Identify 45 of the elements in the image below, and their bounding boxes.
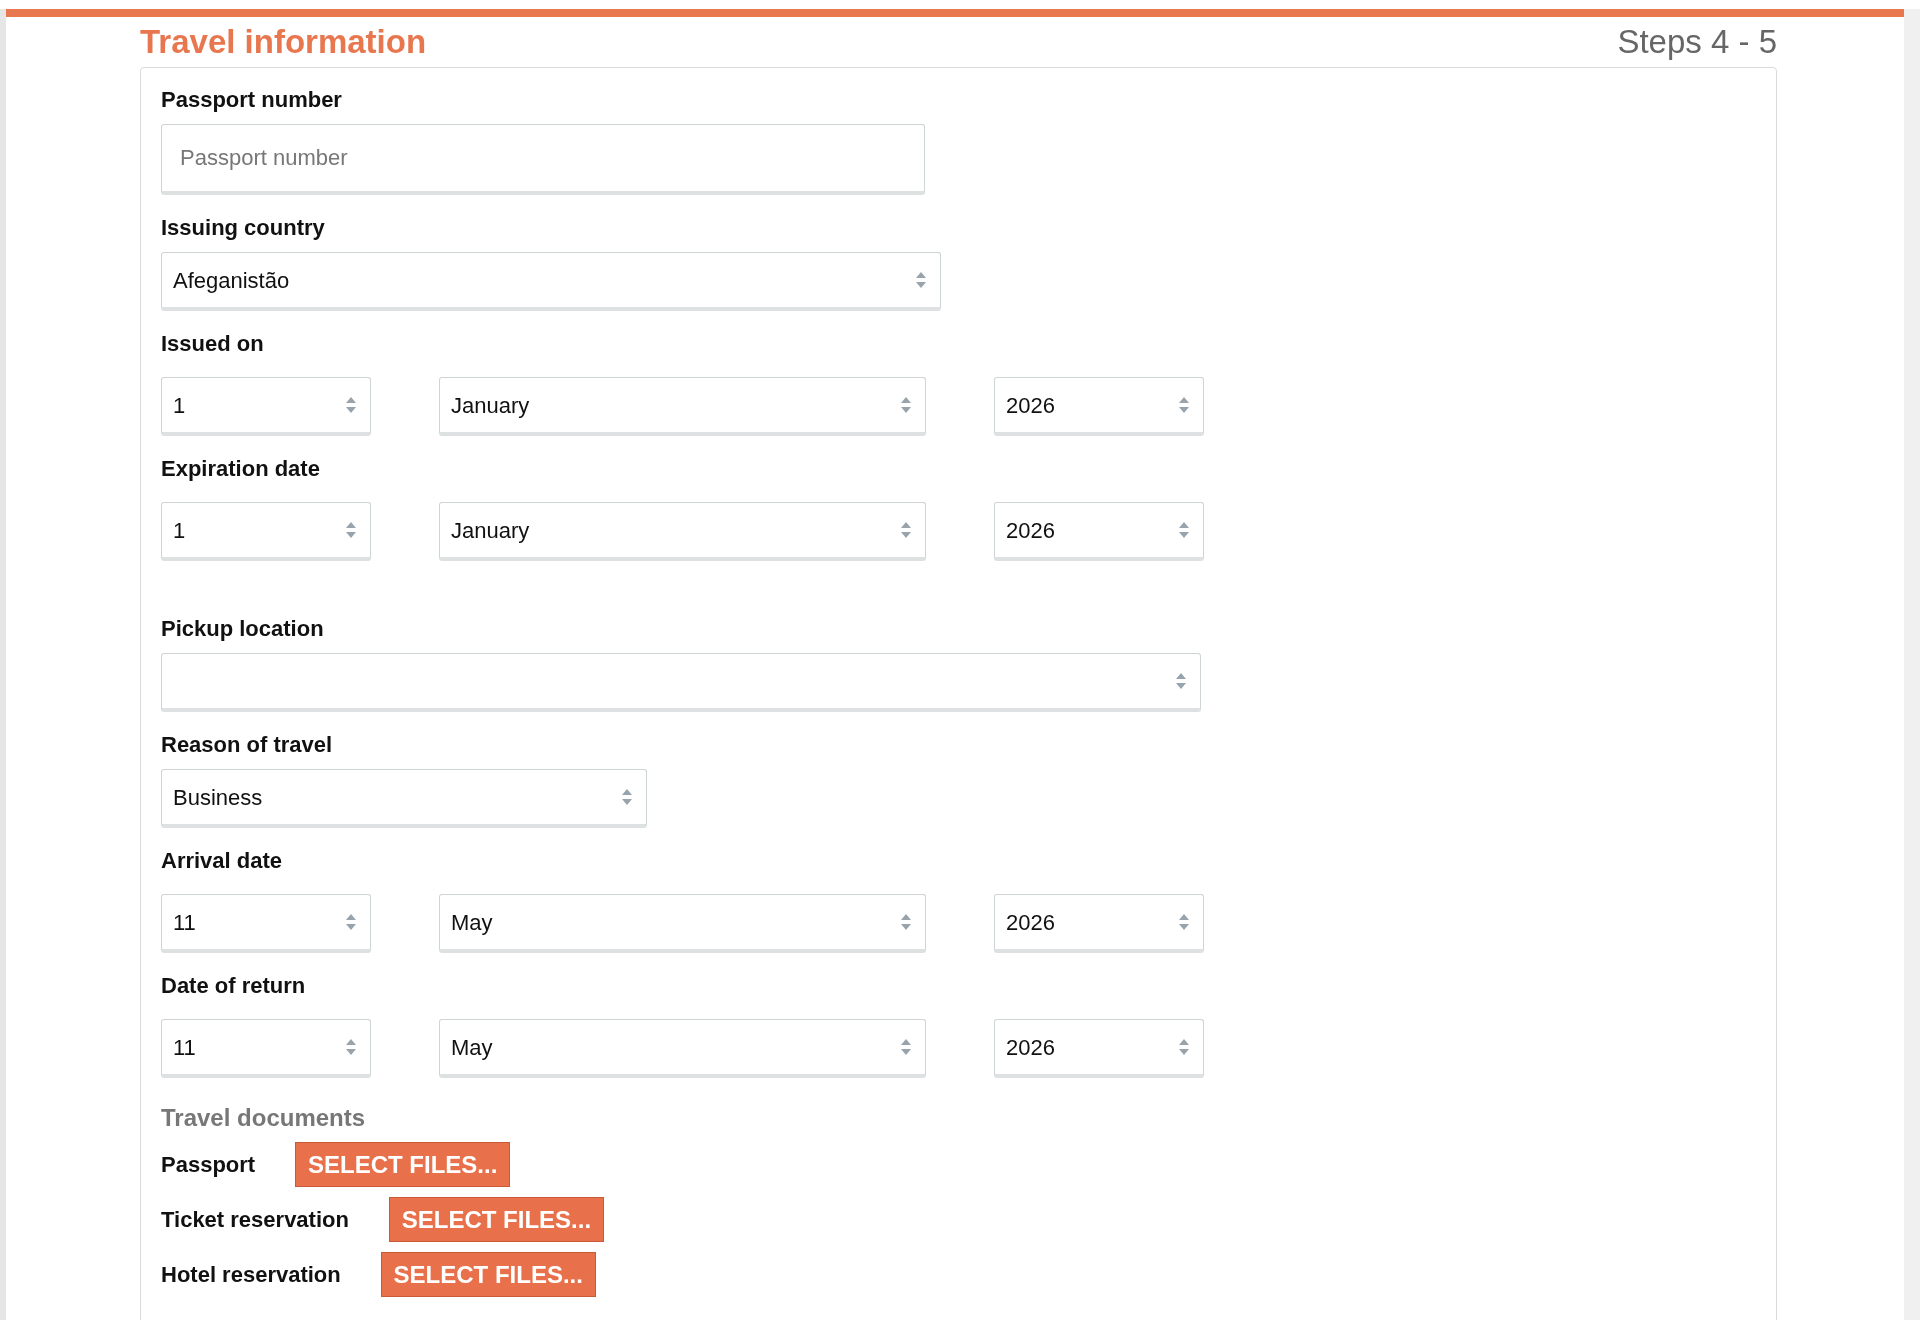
section-title: Travel information	[140, 22, 427, 63]
up-down-arrows-icon	[345, 521, 357, 539]
month-dropdown[interactable]: May	[439, 894, 926, 953]
steps-indicator: Steps 4 - 5	[1617, 22, 1777, 63]
document-label: Ticket reservation	[161, 1206, 349, 1233]
year-dropdown[interactable]: 2026	[994, 502, 1204, 561]
year-dropdown[interactable]: 2026	[994, 377, 1204, 436]
up-down-arrows-icon	[345, 913, 357, 931]
up-down-arrows-icon	[621, 788, 633, 806]
up-down-arrows-icon	[1178, 913, 1190, 931]
document-label: Hotel reservation	[161, 1261, 341, 1288]
up-down-arrows-icon	[345, 396, 357, 414]
field-label: Date of return	[161, 973, 307, 999]
field-label: Passport number	[161, 87, 343, 113]
year-dropdown[interactable]: 2026	[994, 1019, 1204, 1078]
up-down-arrows-icon	[1178, 521, 1190, 539]
year-dropdown[interactable]: 2026	[994, 894, 1204, 953]
day-dropdown[interactable]: 1	[161, 502, 371, 561]
field-label: Expiration date	[161, 456, 321, 482]
month-dropdown[interactable]: January	[439, 377, 926, 436]
up-down-arrows-icon	[345, 1038, 357, 1056]
up-down-arrows-icon	[1178, 1038, 1190, 1056]
field-label: Arrival date	[161, 848, 284, 874]
section-heading: Travel documents	[161, 1104, 367, 1132]
document-label: Passport	[161, 1151, 256, 1178]
day-dropdown[interactable]: 11	[161, 1019, 371, 1078]
up-down-arrows-icon	[915, 271, 927, 289]
month-dropdown[interactable]: January	[439, 502, 926, 561]
day-dropdown[interactable]: 1	[161, 377, 371, 436]
field-label: Issued on	[161, 331, 265, 357]
up-down-arrows-icon	[1175, 672, 1187, 690]
dropdown[interactable]: Afeganistão	[161, 252, 941, 311]
text-input-field[interactable]: Passport number	[161, 124, 925, 195]
field-label: Reason of travel	[161, 732, 334, 758]
day-dropdown[interactable]: 11	[161, 894, 371, 953]
field-label: Issuing country	[161, 215, 326, 241]
up-down-arrows-icon	[900, 396, 912, 414]
field-label: Pickup location	[161, 616, 325, 642]
month-dropdown[interactable]: May	[439, 1019, 926, 1078]
up-down-arrows-icon	[1178, 396, 1190, 414]
dropdown[interactable]: Business	[161, 769, 647, 828]
dropdown[interactable]	[161, 653, 1201, 712]
up-down-arrows-icon	[900, 1038, 912, 1056]
up-down-arrows-icon	[900, 521, 912, 539]
up-down-arrows-icon	[900, 913, 912, 931]
